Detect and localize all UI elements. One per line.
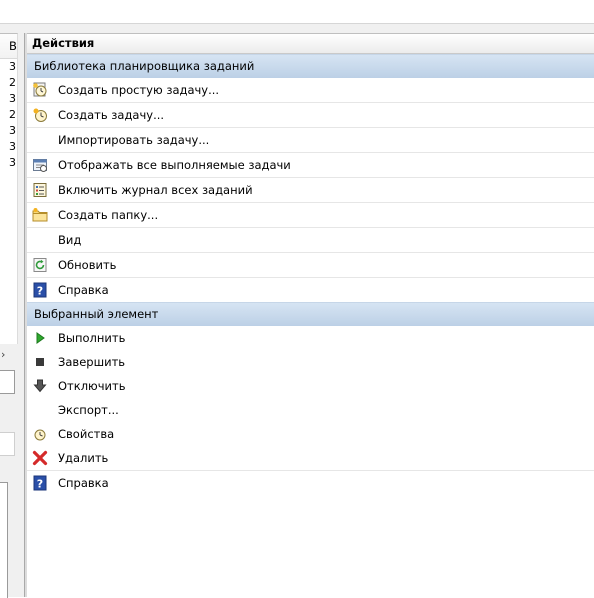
action-disable[interactable]: Отключить bbox=[27, 374, 594, 398]
refresh-icon bbox=[33, 258, 47, 272]
action-run[interactable]: Выполнить bbox=[27, 326, 594, 350]
action-label: Включить журнал всех заданий bbox=[58, 183, 253, 197]
history-log-icon bbox=[33, 183, 47, 197]
svg-text:?: ? bbox=[37, 285, 43, 298]
scroll-right-arrow[interactable]: › bbox=[1, 348, 5, 361]
action-label: Выполнить bbox=[58, 331, 126, 345]
top-toolbar-area bbox=[0, 0, 594, 24]
disable-icon bbox=[33, 379, 47, 393]
action-display-running-tasks[interactable]: Отображать все выполняемые задачи bbox=[27, 153, 594, 178]
action-create-task[interactable]: Создать задачу... bbox=[27, 103, 594, 128]
action-import-task[interactable]: Импортировать задачу... bbox=[27, 128, 594, 153]
group-header-task-library[interactable]: Библиотека планировщика заданий bbox=[27, 54, 594, 78]
stop-icon bbox=[36, 358, 44, 366]
action-label: Завершить bbox=[58, 355, 126, 369]
table-row[interactable]: 2 bbox=[0, 75, 17, 91]
action-label: Создать задачу... bbox=[58, 108, 165, 122]
table-row[interactable]: 3 bbox=[0, 59, 17, 75]
folder-icon bbox=[32, 208, 48, 222]
task-list-header[interactable]: В bbox=[0, 34, 17, 59]
delete-icon bbox=[32, 450, 48, 466]
table-row[interactable]: 3 bbox=[0, 123, 17, 139]
action-label: Свойства bbox=[58, 427, 115, 441]
help-icon: ? bbox=[33, 475, 47, 491]
action-label: Создать папку... bbox=[58, 208, 159, 222]
action-label: Удалить bbox=[58, 451, 109, 465]
create-basic-task-icon bbox=[33, 82, 47, 97]
task-list: В 3 2 3 2 3 3 3 bbox=[0, 33, 18, 344]
action-help-selected[interactable]: ? Справка bbox=[27, 471, 594, 495]
table-row[interactable]: 3 bbox=[0, 155, 17, 171]
group-header-selected-item[interactable]: Выбранный элемент bbox=[27, 302, 594, 326]
action-label: Вид bbox=[58, 233, 82, 247]
detail-textarea[interactable] bbox=[0, 482, 8, 598]
action-create-basic-task[interactable]: Создать простую задачу... bbox=[27, 78, 594, 103]
svg-text:?: ? bbox=[37, 478, 43, 491]
action-end[interactable]: Завершить bbox=[27, 350, 594, 374]
action-help[interactable]: ? Справка bbox=[27, 278, 594, 302]
actions-title: Действия bbox=[27, 33, 594, 54]
left-pane: В 3 2 3 2 3 3 3 › bbox=[0, 33, 24, 598]
table-row[interactable]: 3 bbox=[0, 91, 17, 107]
action-label: Импортировать задачу... bbox=[58, 133, 210, 147]
table-row[interactable]: 2 bbox=[0, 107, 17, 123]
action-delete[interactable]: Удалить bbox=[27, 446, 594, 471]
action-label: Отключить bbox=[58, 379, 126, 393]
action-label: Экспорт... bbox=[58, 403, 119, 417]
action-label: Справка bbox=[58, 476, 109, 490]
run-icon bbox=[36, 332, 45, 344]
action-export[interactable]: Экспорт... bbox=[27, 398, 594, 422]
create-task-icon bbox=[33, 108, 47, 122]
table-row[interactable]: 3 bbox=[0, 139, 17, 155]
detail-field[interactable] bbox=[0, 370, 15, 394]
running-tasks-icon bbox=[33, 159, 47, 172]
action-enable-history[interactable]: Включить журнал всех заданий bbox=[27, 178, 594, 203]
action-create-folder[interactable]: Создать папку... bbox=[27, 203, 594, 228]
properties-icon bbox=[34, 429, 46, 441]
action-label: Справка bbox=[58, 283, 109, 297]
action-properties[interactable]: Свойства bbox=[27, 422, 594, 446]
toolbar-gap bbox=[0, 24, 594, 33]
action-label: Создать простую задачу... bbox=[58, 83, 220, 97]
action-refresh[interactable]: Обновить bbox=[27, 253, 594, 278]
detail-field[interactable] bbox=[0, 432, 15, 456]
help-icon: ? bbox=[33, 282, 47, 298]
actions-pane: Действия Библиотека планировщика заданий… bbox=[27, 33, 594, 597]
action-view[interactable]: Вид bbox=[27, 228, 594, 253]
action-label: Отображать все выполняемые задачи bbox=[58, 158, 291, 172]
action-label: Обновить bbox=[58, 258, 117, 272]
